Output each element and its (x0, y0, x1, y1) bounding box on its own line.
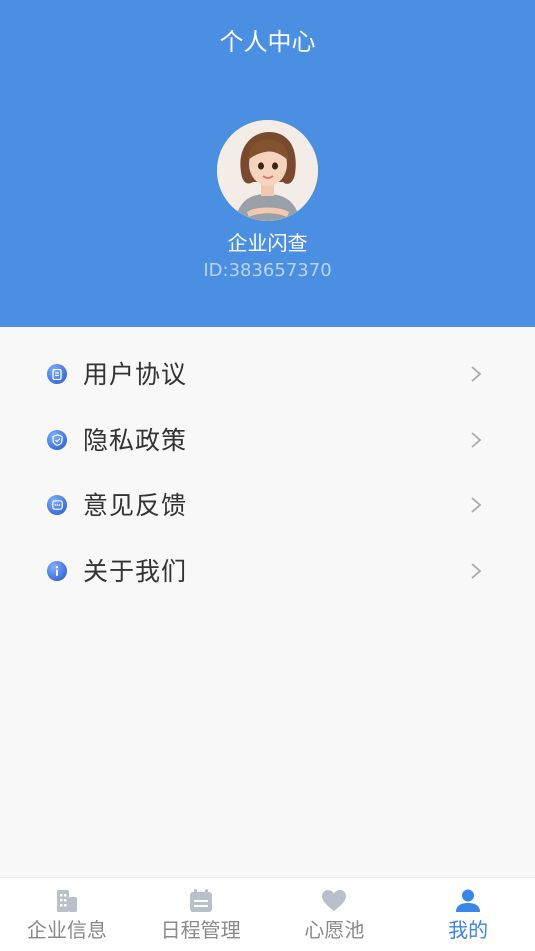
avatar[interactable] (217, 120, 318, 221)
tab-label: 我的 (448, 918, 489, 942)
document-icon (47, 364, 67, 384)
settings-menu: 用户协议 隐私政策 意见反馈 关于我们 (0, 342, 535, 604)
tab-label: 心愿池 (304, 918, 365, 942)
tab-company-info[interactable]: 企业信息 (0, 878, 134, 951)
bottom-tab-bar: 企业信息 日程管理 心愿池 我的 (0, 877, 535, 951)
tab-label: 日程管理 (160, 918, 241, 942)
building-icon (53, 887, 81, 915)
calendar-icon (187, 887, 215, 915)
page-title: 个人中心 (219, 28, 316, 56)
menu-item-feedback[interactable]: 意见反馈 (0, 473, 535, 539)
user-id: ID:383657370 (203, 260, 332, 281)
avatar-illustration (217, 120, 318, 221)
menu-item-about-us[interactable]: 关于我们 (0, 539, 535, 605)
profile-header: 个人中心 企业闪查 ID:383657370 (0, 0, 535, 327)
menu-item-label: 用户协议 (83, 360, 188, 389)
info-icon (47, 560, 67, 581)
message-icon (47, 495, 67, 515)
chevron-right-icon (471, 366, 482, 382)
chevron-right-icon (471, 562, 482, 579)
menu-item-label: 关于我们 (83, 556, 188, 586)
tab-schedule[interactable]: 日程管理 (134, 878, 268, 951)
user-icon (454, 887, 482, 915)
menu-item-user-agreement[interactable]: 用户协议 (0, 342, 535, 408)
heart-icon (320, 887, 348, 915)
tab-label: 企业信息 (26, 918, 107, 942)
menu-item-privacy-policy[interactable]: 隐私政策 (0, 408, 535, 474)
chevron-right-icon (471, 431, 482, 448)
shield-icon (47, 429, 67, 450)
chevron-right-icon (471, 497, 482, 513)
tab-mine[interactable]: 我的 (401, 878, 535, 951)
menu-item-label: 意见反馈 (83, 491, 188, 520)
tab-wish-pool[interactable]: 心愿池 (268, 878, 402, 951)
menu-item-label: 隐私政策 (83, 425, 188, 455)
user-name: 企业闪查 (227, 231, 308, 255)
